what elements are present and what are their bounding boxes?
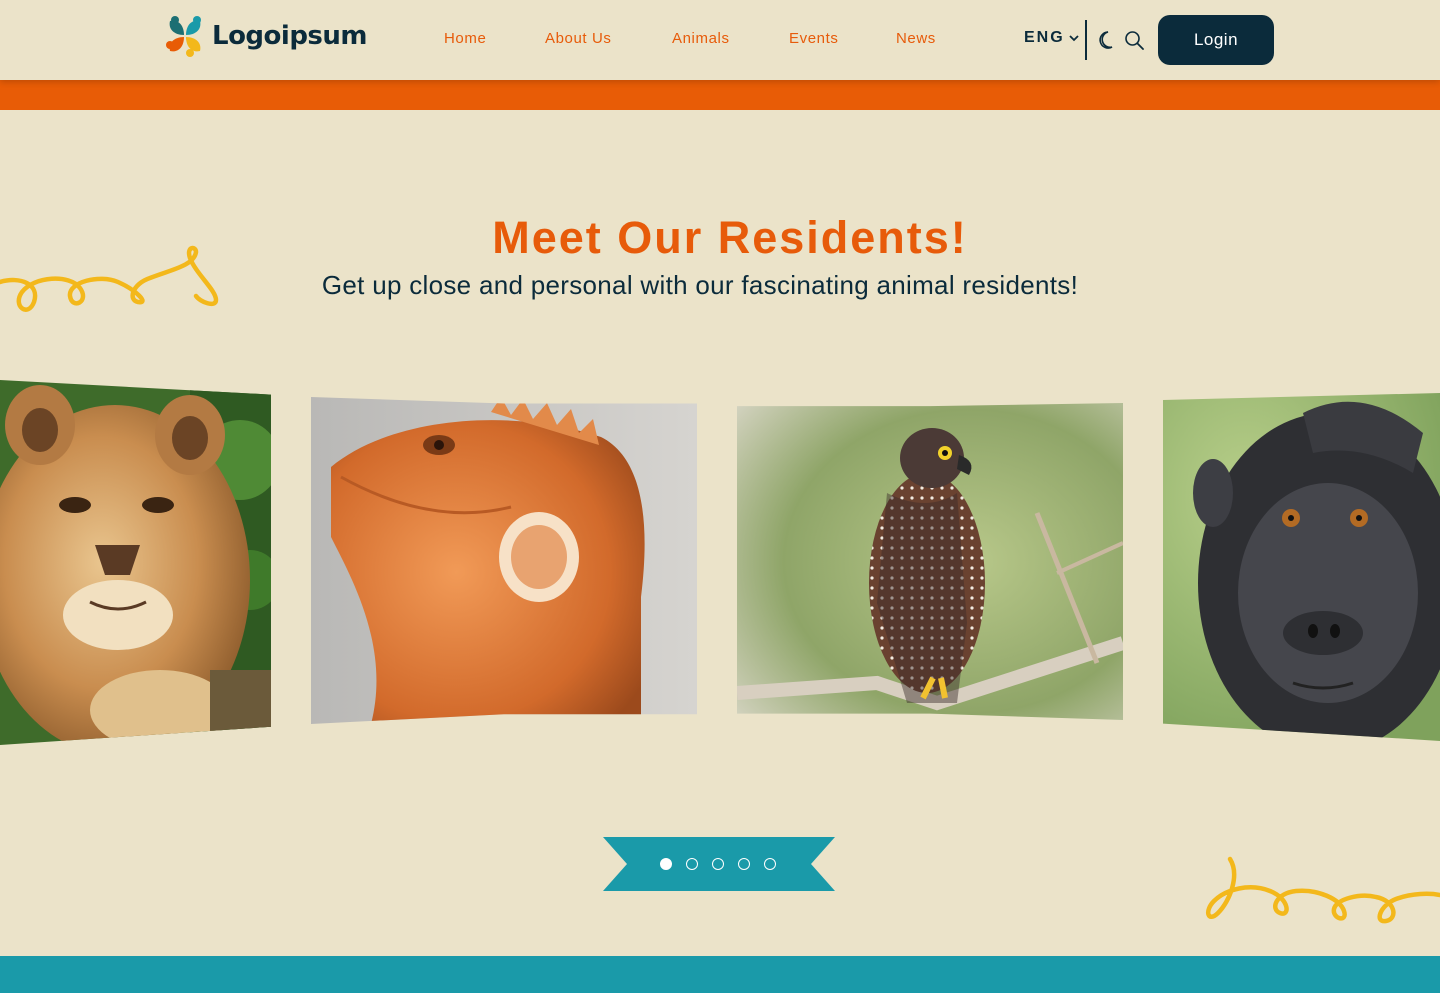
- animal-card-iguana[interactable]: [311, 397, 697, 724]
- animal-card-hawk-eagle[interactable]: [737, 403, 1123, 720]
- nav-home[interactable]: Home: [444, 30, 486, 47]
- carousel-dot-1[interactable]: [660, 858, 672, 870]
- carousel-dot-3[interactable]: [712, 858, 724, 870]
- section-title: Meet Our Residents!: [492, 212, 968, 263]
- chevron-down-icon: [1069, 35, 1079, 42]
- hawk-eagle-image: [737, 403, 1123, 720]
- nav-news[interactable]: News: [896, 30, 936, 47]
- nav-about-us[interactable]: About Us: [545, 30, 612, 47]
- animal-card-macaque[interactable]: [1163, 393, 1440, 741]
- carousel-dot-4[interactable]: [738, 858, 750, 870]
- carousel-dot-5[interactable]: [764, 858, 776, 870]
- carousel-dot-2[interactable]: [686, 858, 698, 870]
- login-button[interactable]: Login: [1158, 15, 1274, 65]
- section-subtitle: Get up close and personal with our fasci…: [321, 270, 1079, 300]
- nav-animals[interactable]: Animals: [672, 30, 730, 47]
- iguana-image: [311, 397, 697, 724]
- search-icon[interactable]: [1122, 28, 1146, 52]
- macaque-image: [1163, 393, 1440, 741]
- carousel-dots: [660, 858, 776, 870]
- orange-banner-strip: [0, 80, 1440, 110]
- header-divider: [1085, 20, 1087, 60]
- language-selector[interactable]: ENG: [1024, 29, 1079, 47]
- yellow-squiggle-right: [1205, 856, 1440, 924]
- lioness-image: [0, 380, 271, 745]
- site-header: Logoipsum Home About Us Animals Events N…: [0, 0, 1440, 80]
- teal-footer-strip: [0, 956, 1440, 993]
- moon-icon[interactable]: [1096, 28, 1120, 52]
- animal-card-lioness[interactable]: [0, 380, 271, 745]
- language-label: ENG: [1024, 29, 1065, 46]
- nav-events[interactable]: Events: [789, 30, 838, 47]
